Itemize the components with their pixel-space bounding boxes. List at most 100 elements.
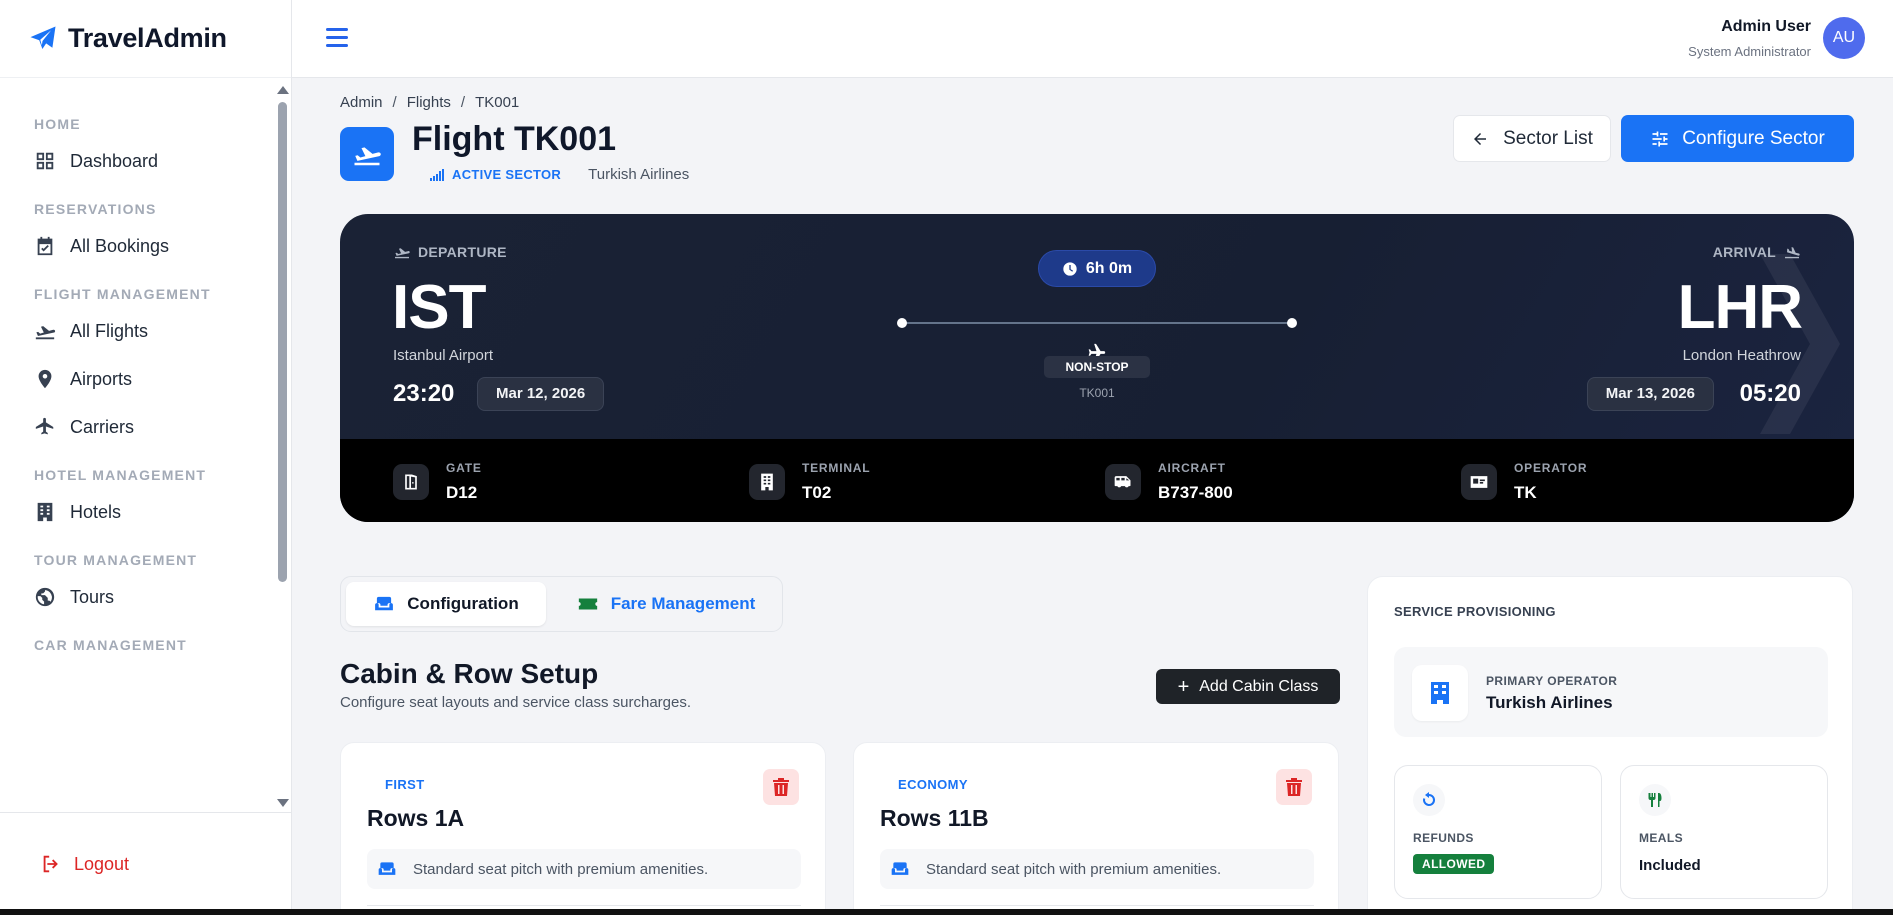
seat-icon bbox=[375, 596, 394, 611]
sidebar-item-hotels[interactable]: Hotels bbox=[0, 488, 272, 536]
cabin-description: Standard seat pitch with premium ameniti… bbox=[880, 849, 1314, 889]
info-aircraft: AIRCRAFT B737-800 bbox=[1105, 461, 1233, 503]
cabin-card: FIRST Rows 1A Standard seat pitch with p… bbox=[340, 742, 826, 915]
hamburger-menu-icon[interactable] bbox=[326, 28, 348, 48]
cabin-description-text: Standard seat pitch with premium ameniti… bbox=[413, 860, 709, 878]
trash-icon bbox=[773, 778, 789, 796]
arrow-left-icon bbox=[1474, 132, 1487, 145]
id-card-icon bbox=[1461, 464, 1497, 500]
tab-fare-management[interactable]: Fare Management bbox=[556, 582, 776, 626]
sidebar-scrollbar[interactable] bbox=[278, 102, 287, 582]
sector-list-button[interactable]: Sector List bbox=[1453, 115, 1611, 162]
cabin-rows: Rows 11B bbox=[880, 805, 989, 831]
dashboard-icon bbox=[34, 150, 56, 172]
plus-icon: + bbox=[1177, 675, 1190, 698]
paper-plane-icon bbox=[30, 26, 56, 49]
origin-code: IST bbox=[392, 273, 486, 342]
info-label: OPERATOR bbox=[1514, 461, 1588, 475]
ticket-icon bbox=[578, 598, 597, 610]
sidebar-item-label: Airports bbox=[70, 368, 133, 389]
service-provisioning-panel: SERVICE PROVISIONING PRIMARY OPERATOR Tu… bbox=[1367, 576, 1853, 915]
departure-label-text: DEPARTURE bbox=[418, 244, 507, 260]
info-value: T02 bbox=[802, 483, 832, 502]
delete-cabin-button[interactable] bbox=[763, 769, 799, 805]
configure-sector-button[interactable]: Configure Sector bbox=[1621, 115, 1854, 162]
panel-title: SERVICE PROVISIONING bbox=[1394, 604, 1556, 619]
plane-icon bbox=[34, 416, 56, 438]
breadcrumb-separator: / bbox=[460, 94, 466, 111]
cabin-description-text: Standard seat pitch with premium ameniti… bbox=[926, 860, 1222, 878]
scroll-up-arrow[interactable] bbox=[277, 86, 289, 94]
cabin-card: ECONOMY Rows 11B Standard seat pitch wit… bbox=[853, 742, 1339, 915]
cabin-class: ECONOMY bbox=[898, 777, 968, 792]
breadcrumb-flights[interactable]: Flights bbox=[407, 94, 451, 111]
sidebar-nav: HOME Dashboard RESERVATIONS All Bookings… bbox=[0, 100, 272, 810]
scroll-down-arrow[interactable] bbox=[277, 799, 289, 807]
cabin-description: Standard seat pitch with premium ameniti… bbox=[367, 849, 801, 889]
utensils-icon bbox=[1639, 784, 1671, 816]
departure-date: Mar 12, 2026 bbox=[477, 377, 605, 411]
sidebar-item-all-flights[interactable]: All Flights bbox=[0, 307, 272, 355]
tab-configuration[interactable]: Configuration bbox=[346, 582, 546, 626]
breadcrumb-admin[interactable]: Admin bbox=[340, 94, 383, 111]
clock-icon bbox=[1063, 261, 1077, 276]
arrival-time: 05:20 bbox=[1739, 380, 1801, 407]
page-title: Flight TK001 bbox=[412, 120, 617, 158]
sidebar-item-airports[interactable]: Airports bbox=[0, 355, 272, 403]
plane-departure-icon bbox=[354, 147, 381, 166]
section-title: Cabin & Row Setup bbox=[340, 658, 599, 689]
arrival-label-text: ARRIVAL bbox=[1712, 244, 1776, 260]
info-label: AIRCRAFT bbox=[1158, 461, 1226, 475]
origin-airport: Istanbul Airport bbox=[393, 347, 494, 364]
info-operator: OPERATOR TK bbox=[1461, 461, 1587, 503]
user-role: System Administrator bbox=[1688, 44, 1811, 59]
operator-value: Turkish Airlines bbox=[1486, 693, 1613, 712]
delete-cabin-button[interactable] bbox=[1276, 769, 1312, 805]
sidebar-item-label: All Bookings bbox=[70, 235, 170, 256]
info-label: GATE bbox=[446, 461, 482, 475]
breadcrumb-separator: / bbox=[392, 94, 397, 111]
logout-area: Logout bbox=[0, 812, 291, 915]
info-value: B737-800 bbox=[1158, 483, 1233, 502]
nav-section-reservations: RESERVATIONS bbox=[34, 201, 157, 217]
airline-name: Turkish Airlines bbox=[588, 166, 690, 183]
avatar[interactable]: AU bbox=[1823, 17, 1865, 59]
signal-bars-icon bbox=[430, 168, 444, 181]
plane-departure-icon bbox=[395, 248, 410, 259]
sidebar-item-dashboard[interactable]: Dashboard bbox=[0, 137, 272, 185]
destination-code: LHR bbox=[1677, 273, 1803, 342]
bottom-edge bbox=[0, 909, 1893, 915]
logout-icon bbox=[43, 855, 58, 873]
duration-text: 6h 0m bbox=[1085, 259, 1133, 277]
status-line: ACTIVE SECTOR Turkish Airlines bbox=[430, 166, 689, 183]
tab-label: Configuration bbox=[407, 594, 519, 613]
stops-badge: NON-STOP bbox=[1044, 356, 1150, 378]
route-origin-dot bbox=[897, 318, 907, 328]
tab-label: Fare Management bbox=[610, 594, 756, 613]
sidebar-item-tours[interactable]: Tours bbox=[0, 573, 272, 621]
logout-button[interactable]: Logout bbox=[40, 853, 129, 875]
sidebar-item-carriers[interactable]: Carriers bbox=[0, 403, 272, 451]
status-badge: ACTIVE SECTOR bbox=[430, 167, 561, 182]
plane-arrival-icon bbox=[1785, 247, 1800, 259]
location-pin-icon bbox=[34, 368, 56, 390]
arrival-date: Mar 13, 2026 bbox=[1586, 377, 1714, 411]
flight-number: TK001 bbox=[1079, 386, 1115, 400]
sidebar-item-all-bookings[interactable]: All Bookings bbox=[0, 222, 272, 270]
breadcrumb: Admin / Flights / TK001 bbox=[340, 94, 519, 111]
route-line bbox=[902, 322, 1292, 324]
flight-route-card: DEPARTURE IST Istanbul Airport 23:20 Mar… bbox=[340, 214, 1854, 522]
configure-sector-label: Configure Sector bbox=[1682, 127, 1825, 149]
departure-label: DEPARTURE bbox=[393, 244, 507, 260]
brand[interactable]: TravelAdmin bbox=[0, 0, 291, 78]
section-subtitle: Configure seat layouts and service class… bbox=[340, 694, 692, 711]
info-value: D12 bbox=[446, 483, 478, 502]
primary-operator: PRIMARY OPERATOR Turkish Airlines bbox=[1394, 647, 1828, 737]
logout-label: Logout bbox=[74, 853, 130, 874]
add-cabin-class-button[interactable]: + Add Cabin Class bbox=[1156, 669, 1340, 704]
info-value: TK bbox=[1514, 483, 1537, 502]
sliders-icon bbox=[1652, 131, 1668, 146]
building-icon bbox=[749, 464, 785, 500]
tab-bar: Configuration Fare Management bbox=[340, 576, 783, 632]
user-info[interactable]: Admin User System Administrator bbox=[1688, 18, 1811, 59]
